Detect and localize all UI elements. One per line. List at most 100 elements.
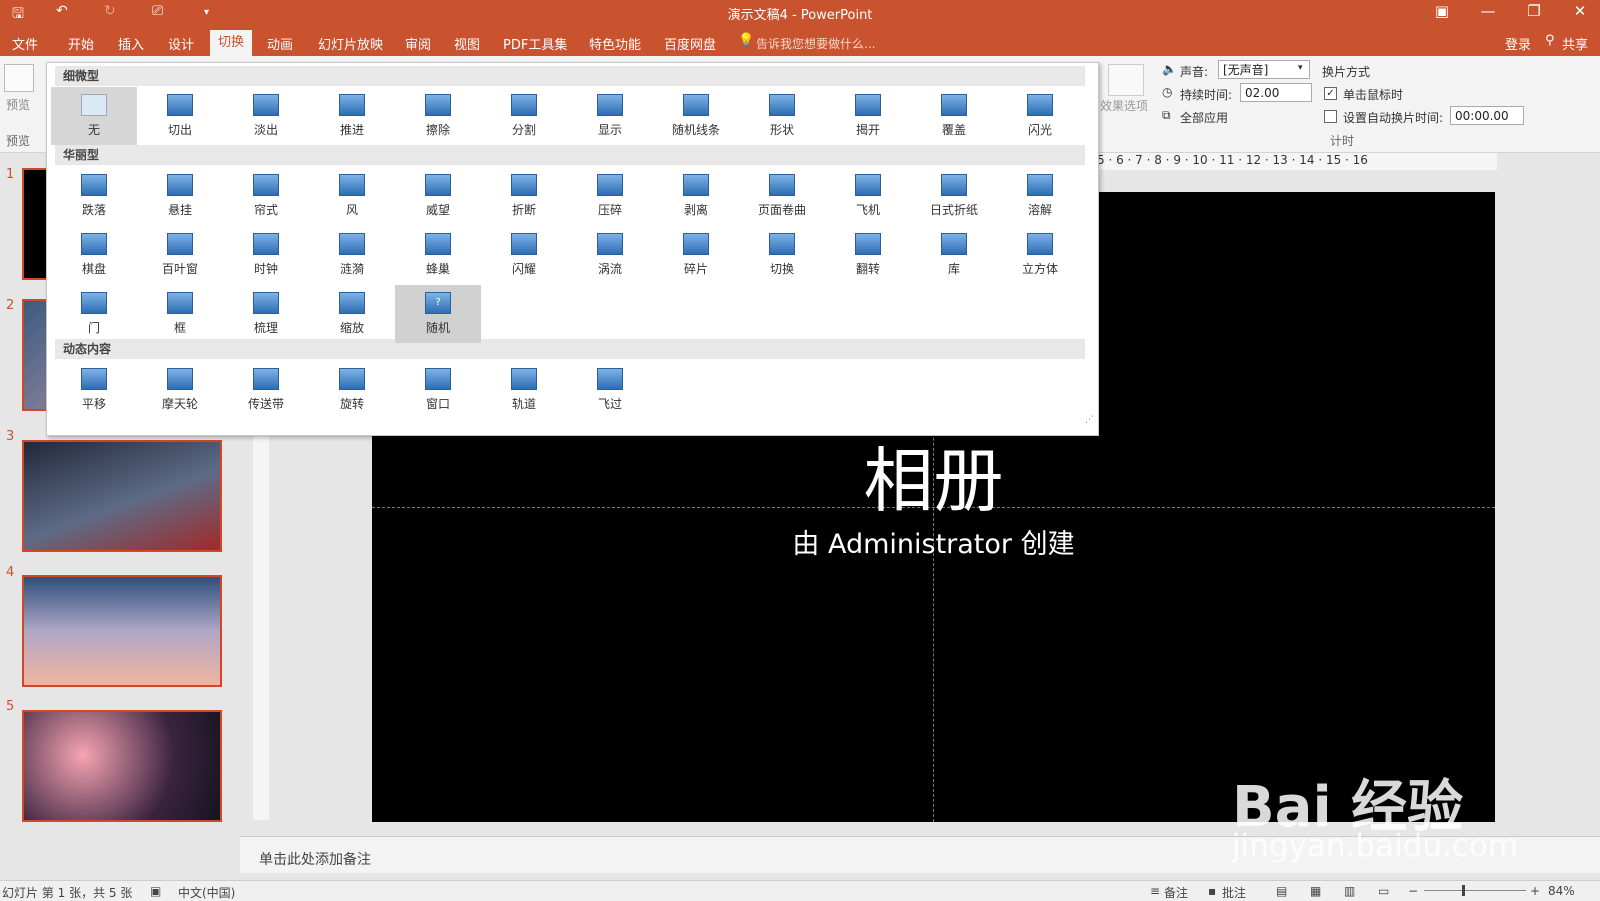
transition-item[interactable]: 溶解 (997, 167, 1083, 225)
transition-item[interactable]: 无 (51, 87, 137, 145)
transition-item[interactable]: 摩天轮 (137, 361, 223, 419)
transition-item[interactable]: 平移 (51, 361, 137, 419)
preview-icon[interactable] (4, 64, 34, 92)
after-time-checkbox[interactable] (1324, 110, 1337, 123)
transition-item[interactable]: 立方体 (997, 226, 1083, 284)
tab-special[interactable]: 特色功能 (589, 34, 641, 53)
close-icon[interactable]: ✕ (1558, 2, 1600, 20)
transition-item[interactable]: 擦除 (395, 87, 481, 145)
transition-item[interactable]: 棋盘 (51, 226, 137, 284)
transition-item[interactable]: 形状 (739, 87, 825, 145)
ribbon-display-icon[interactable]: ▣ (1420, 2, 1464, 20)
transition-item[interactable]: 切出 (137, 87, 223, 145)
slide-sorter-icon[interactable]: ▦ (1310, 884, 1321, 898)
minimize-icon[interactable]: — (1466, 2, 1510, 20)
transition-item[interactable]: 页面卷曲 (739, 167, 825, 225)
transition-item[interactable]: 轨道 (481, 361, 567, 419)
slideshow-icon[interactable]: ▭ (1378, 884, 1389, 898)
tab-design[interactable]: 设计 (168, 34, 194, 53)
transition-item[interactable]: 闪光 (997, 87, 1083, 145)
transition-item[interactable]: 剥离 (653, 167, 739, 225)
reading-view-icon[interactable]: ▥ (1344, 884, 1355, 898)
transition-item[interactable]: 显示 (567, 87, 653, 145)
transition-item[interactable]: 跌落 (51, 167, 137, 225)
transition-item[interactable]: 梳理 (223, 285, 309, 343)
transition-item[interactable]: 库 (911, 226, 997, 284)
transition-item[interactable]: 涟漪 (309, 226, 395, 284)
slide-thumbnail-4[interactable] (22, 575, 222, 687)
tab-transitions[interactable]: 切换 (210, 30, 253, 56)
slide-title[interactable]: 相册 (372, 425, 1495, 526)
notes-button[interactable]: 备注 (1164, 884, 1188, 901)
transition-item[interactable]: 覆盖 (911, 87, 997, 145)
spellcheck-icon[interactable]: ▣ (150, 884, 161, 898)
tab-pdf-tools[interactable]: PDF工具集 (503, 34, 567, 53)
transition-item[interactable]: 压碎 (567, 167, 653, 225)
zoom-slider-handle[interactable] (1462, 885, 1465, 896)
gallery-section-header: 华丽型 (55, 145, 1085, 165)
transition-item[interactable]: 帘式 (223, 167, 309, 225)
tab-slideshow[interactable]: 幻灯片放映 (318, 34, 383, 53)
zoom-slider[interactable] (1424, 890, 1526, 891)
zoom-level[interactable]: 84% (1548, 884, 1575, 898)
transition-item[interactable]: 飞过 (567, 361, 653, 419)
transition-item[interactable]: 飞机 (825, 167, 911, 225)
on-click-checkbox[interactable]: ✓ (1324, 87, 1337, 100)
transition-item[interactable]: 碎片 (653, 226, 739, 284)
login-link[interactable]: 登录 (1505, 34, 1531, 53)
transition-item[interactable]: 旋转 (309, 361, 395, 419)
transition-item[interactable]: 日式折纸 (911, 167, 997, 225)
transition-item[interactable]: 揭开 (825, 87, 911, 145)
tab-view[interactable]: 视图 (454, 34, 480, 53)
transition-item[interactable]: 淡出 (223, 87, 309, 145)
sound-select[interactable]: [无声音] (1218, 60, 1310, 79)
tell-me-input[interactable]: 告诉我您想要做什么... (756, 35, 875, 52)
slide-subtitle[interactable]: 由 Administrator 创建 (372, 522, 1495, 561)
transition-item[interactable]: 涡流 (567, 226, 653, 284)
transition-item[interactable]: 时钟 (223, 226, 309, 284)
notes-placeholder[interactable]: 单击此处添加备注 (259, 849, 371, 869)
transition-item[interactable]: 分割 (481, 87, 567, 145)
resize-grip-icon[interactable]: ⋰ (1085, 415, 1094, 425)
slide-thumbnail-5[interactable] (22, 710, 222, 822)
transition-label: 摩天轮 (161, 397, 198, 411)
effect-options-label[interactable]: 效果选项 (1100, 97, 1148, 114)
transition-item[interactable]: 切换 (739, 226, 825, 284)
transition-item[interactable]: 威望 (395, 167, 481, 225)
transition-item[interactable]: 折断 (481, 167, 567, 225)
transition-item[interactable]: 推进 (309, 87, 395, 145)
restore-icon[interactable]: ❐ (1512, 2, 1556, 20)
tab-animations[interactable]: 动画 (267, 34, 293, 53)
preview-button-label[interactable]: 预览 (6, 96, 30, 113)
after-time-field[interactable]: 00:00.00 (1450, 106, 1524, 125)
transition-item[interactable]: 闪耀 (481, 226, 567, 284)
transition-item[interactable]: 蜂巢 (395, 226, 481, 284)
transition-item[interactable]: 悬挂 (137, 167, 223, 225)
tab-file[interactable]: 文件 (12, 34, 38, 53)
slide-thumbnail-3[interactable] (22, 440, 222, 552)
transition-item[interactable]: 传送带 (223, 361, 309, 419)
normal-view-icon[interactable]: ▤ (1276, 884, 1287, 898)
zoom-out-icon[interactable]: − (1408, 884, 1418, 898)
transition-item[interactable]: 翻转 (825, 226, 911, 284)
language-indicator[interactable]: 中文(中国) (178, 884, 235, 901)
comments-button[interactable]: 批注 (1222, 884, 1246, 901)
apply-all-button[interactable]: 全部应用 (1180, 109, 1228, 126)
transition-item[interactable]: ? 随机 (395, 285, 481, 343)
transition-item[interactable]: 随机线条 (653, 87, 739, 145)
chevron-down-icon[interactable]: ▾ (1298, 63, 1303, 73)
zoom-in-icon[interactable]: + (1530, 884, 1540, 898)
transition-item[interactable]: 门 (51, 285, 137, 343)
tab-baidu-netdisk[interactable]: 百度网盘 (664, 34, 716, 53)
tab-review[interactable]: 审阅 (405, 34, 431, 53)
tab-home[interactable]: 开始 (68, 34, 94, 53)
tab-insert[interactable]: 插入 (118, 34, 144, 53)
transition-item[interactable]: 缩放 (309, 285, 395, 343)
effect-options-icon[interactable] (1108, 64, 1144, 96)
transition-item[interactable]: 窗口 (395, 361, 481, 419)
transition-item[interactable]: 风 (309, 167, 395, 225)
duration-field[interactable]: 02.00 (1240, 83, 1312, 102)
share-button[interactable]: 共享 (1562, 34, 1588, 53)
transition-item[interactable]: 百叶窗 (137, 226, 223, 284)
transition-item[interactable]: 框 (137, 285, 223, 343)
